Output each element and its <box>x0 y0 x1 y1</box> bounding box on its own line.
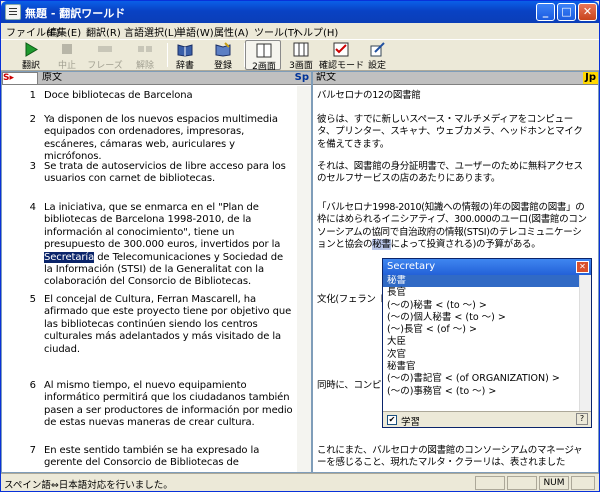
selected-word[interactable]: Secretaría <box>44 251 94 263</box>
candidate-item[interactable]: 大臣 <box>383 336 579 348</box>
window-title: 無題 - 翻訳ワールド <box>25 7 126 20</box>
popup-footer: ✔ 学習 ? <box>383 411 591 428</box>
three-pane-button[interactable]: 3画面 <box>283 40 319 71</box>
status-cell-1 <box>475 476 505 490</box>
source-text[interactable]: En este sentido también se ha expresado … <box>44 445 294 470</box>
row-number: 3 <box>29 161 36 172</box>
popup-close-button[interactable]: ✕ <box>576 261 589 273</box>
source-text[interactable]: Al mismo tiempo, el nuevo equipamiento i… <box>44 380 294 430</box>
target-text-part: によって投資される)の予算がある。 <box>390 239 541 251</box>
play-icon <box>25 42 38 57</box>
target-text[interactable]: それは、図書館の身分証明書で、ユーザーのために無料アクセスのセルフサービスの店の… <box>317 161 587 186</box>
phrase-icon <box>98 46 112 52</box>
row-number: 5 <box>29 294 36 305</box>
candidate-item[interactable]: 次官 <box>383 349 579 361</box>
two-pane-icon <box>256 43 272 58</box>
source-text-part: La iniciativa, que se enmarca en el "Pla… <box>44 202 281 251</box>
toolbar: 翻訳 中止 フレーズ 解除 辞書 登録 2画面 3画面 確認モード 設定 <box>1 39 599 72</box>
menu-translate[interactable]: 翻訳(R) <box>86 24 121 39</box>
target-text[interactable]: 「バルセロナ1998-2010(知識への情報の)年の図書館の図書」の枠にはめられ… <box>317 202 587 252</box>
source-lang-badge: Sp <box>294 72 309 83</box>
source-text[interactable]: Se trata de autoservicios de libre acces… <box>44 161 294 186</box>
maximize-button[interactable]: □ <box>557 3 576 21</box>
status-bar: スペイン語⇔日本語対応を行いました。 NUM <box>1 473 599 491</box>
close-button[interactable]: ✕ <box>578 3 597 21</box>
minimize-button[interactable]: _ <box>536 3 555 21</box>
dictionary-popup: Secretary ✕ 秘書 長官 (〜の)秘書 < (to 〜) > (〜の)個人秘… <box>382 258 592 428</box>
target-text[interactable]: バルセロナの12の図書館 <box>317 90 587 102</box>
candidate-item[interactable]: (〜)長官 < (of 〜) > <box>383 324 579 336</box>
candidate-item[interactable]: 長官 <box>383 287 579 299</box>
target-text[interactable]: 彼らは、すでに新しいスペース・マルチメディアをコンピュータ、プリンター、スキャナ… <box>317 114 587 151</box>
status-text: スペイン語⇔日本語対応を行いました。 <box>4 480 173 491</box>
learn-checkbox[interactable]: ✔ <box>387 415 397 425</box>
dictionary-icon <box>177 44 193 57</box>
row-number: 7 <box>29 445 36 456</box>
row-number: 1 <box>29 90 36 101</box>
app-icon <box>5 4 21 20</box>
row-number: 4 <box>29 202 36 213</box>
menu-bar: ファイル(F) 編集(E) 翻訳(R) 言語選択(L) 単語(W) 属性(A) … <box>1 23 599 39</box>
target-header-label: 訳文 <box>316 72 336 83</box>
highlighted-translation[interactable]: 秘書 <box>372 239 391 251</box>
app-window: 無題 - 翻訳ワールド _ □ ✕ ファイル(F) 編集(E) 翻訳(R) 言語… <box>0 0 600 492</box>
translate-button[interactable]: 翻訳 <box>13 40 49 71</box>
source-text[interactable]: Doce bibliotecas de Barcelona <box>44 90 294 102</box>
stop-button[interactable]: 中止 <box>49 40 85 71</box>
confirm-mode-icon <box>333 42 349 57</box>
source-header-label: 原文 <box>42 72 62 83</box>
target-pane-header: 訳文 Jp <box>313 72 598 85</box>
confirm-mode-button[interactable]: 確認モード <box>319 40 364 71</box>
source-pane-header: 原文 Sp <box>2 72 311 85</box>
language-selector[interactable]: S▸ <box>2 72 38 85</box>
translation-candidate-list[interactable]: 秘書 長官 (〜の)秘書 < (to 〜) > (〜の)個人秘書 < (to 〜) >… <box>383 275 579 411</box>
source-scrollbar[interactable] <box>297 86 311 472</box>
candidate-item[interactable]: (〜の)秘書 < (to 〜) > <box>383 300 579 312</box>
row-number: 6 <box>29 380 36 391</box>
menu-language[interactable]: 言語選択(L) <box>124 24 177 39</box>
candidate-item[interactable]: (〜の)個人秘書 < (to 〜) > <box>383 312 579 324</box>
candidate-item[interactable]: 秘書官 <box>383 361 579 373</box>
popup-title: Secretary <box>383 259 591 275</box>
two-pane-button[interactable]: 2画面 <box>245 40 281 72</box>
register-button[interactable]: 登録 <box>205 40 241 71</box>
settings-button[interactable]: 設定 <box>359 40 395 71</box>
source-text[interactable]: El concejal de Cultura, Ferran Mascarell… <box>44 294 294 356</box>
candidate-item[interactable]: (〜の)事務官 < (to 〜) > <box>383 386 579 398</box>
row-number: 2 <box>29 114 36 125</box>
menu-edit[interactable]: 編集(E) <box>47 24 81 39</box>
menu-word[interactable]: 単語(W) <box>176 24 214 39</box>
three-pane-icon <box>293 42 309 57</box>
popup-scrollbar[interactable] <box>579 275 591 411</box>
source-text[interactable]: Ya disponen de los nuevos espacios multi… <box>44 114 294 164</box>
candidate-item[interactable]: 秘書 <box>383 275 579 288</box>
target-lang-badge: Jp <box>583 72 598 84</box>
source-text[interactable]: La iniciativa, que se enmarca en el "Pla… <box>44 202 294 289</box>
help-button[interactable]: ? <box>576 413 588 425</box>
status-cell-3 <box>571 476 595 490</box>
learn-label: 学習 <box>401 417 421 428</box>
candidate-item[interactable]: (〜の)書記官 < (of ORGANIZATION) > <box>383 373 579 385</box>
menu-tools[interactable]: ツール(T) <box>254 24 298 39</box>
status-cell-2 <box>507 476 537 490</box>
target-text[interactable]: これにまた、バルセロナの図書館のコンソーシアムのマネージャーを感じること、現れた… <box>317 445 587 470</box>
menu-attribute[interactable]: 属性(A) <box>214 24 249 39</box>
unlink-icon <box>138 46 152 52</box>
menu-help[interactable]: ヘルプ(H) <box>293 24 338 39</box>
phrase-button[interactable]: フレーズ <box>87 40 123 71</box>
source-pane[interactable]: 原文 Sp S▸ 1 Doce bibliotecas de Barcelona 2… <box>1 71 312 473</box>
title-bar[interactable]: 無題 - 翻訳ワールド _ □ ✕ <box>1 1 599 23</box>
dictionary-button[interactable]: 辞書 <box>167 40 203 71</box>
stop-icon <box>62 44 72 54</box>
num-indicator: NUM <box>539 476 569 490</box>
settings-icon <box>370 42 385 57</box>
register-icon <box>215 42 231 57</box>
unlink-button[interactable]: 解除 <box>127 40 163 71</box>
